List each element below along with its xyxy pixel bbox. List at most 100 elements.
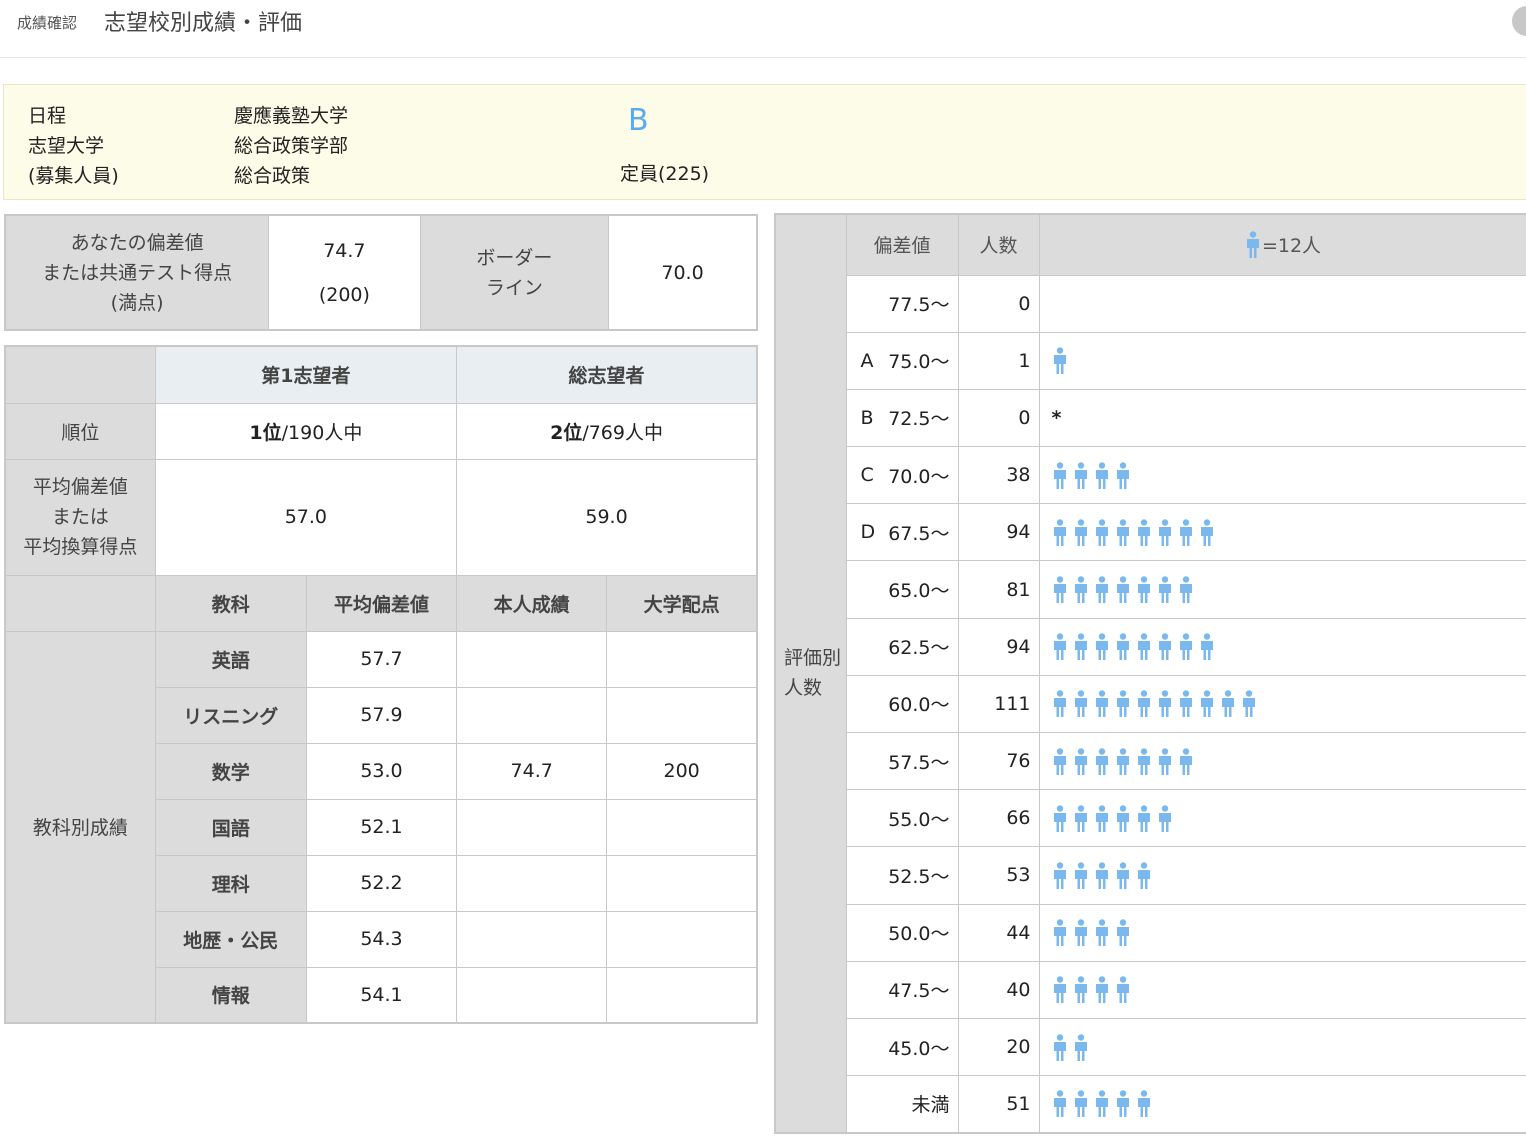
- header-average: 平均偏差値: [305, 574, 458, 632]
- deviation-range: D 67.5〜: [845, 503, 959, 562]
- header-points: 大学配点: [606, 574, 758, 632]
- target-school-info: 日程 志望大学 (募集人員) 慶應義塾大学 総合政策学部 総合政策 B 定員(2…: [3, 84, 1526, 200]
- recruit-label: (募集人員): [28, 165, 119, 187]
- table-row: 77.5〜 0: [775, 274, 1526, 333]
- person-icon: [1053, 461, 1066, 489]
- subject-name: 地歴・公民: [154, 910, 307, 968]
- department-name: 総合政策: [234, 165, 311, 187]
- person-icon: [1116, 690, 1129, 718]
- subject-points: [606, 854, 758, 912]
- corner-cell: [4, 345, 156, 404]
- average-total: 59.0: [456, 458, 758, 576]
- person-icon: [1074, 633, 1087, 661]
- person-icon: [1074, 805, 1087, 832]
- person-icon: [1095, 690, 1108, 718]
- rank-label: 順位: [4, 402, 156, 460]
- table-row: 57.5〜 76: [775, 731, 1526, 791]
- deviation-range: B 72.5〜: [845, 388, 959, 448]
- grade-letter: B: [860, 406, 874, 429]
- range-label: 50.0〜: [888, 923, 950, 946]
- range-label: 47.5〜: [888, 980, 950, 1003]
- table-row: A 75.0〜 1: [775, 331, 1526, 390]
- applicant-count: 1: [957, 331, 1040, 390]
- table-row: D 67.5〜 94: [775, 503, 1526, 562]
- deviation-range: 57.5〜: [845, 731, 959, 791]
- deviation-range: 55.0〜: [845, 789, 959, 848]
- capacity: 定員(225): [620, 163, 710, 185]
- table-row: 未満 51: [775, 1075, 1526, 1134]
- subject-name: 国語: [154, 798, 307, 856]
- col-all-applicants: 総志望者: [456, 345, 758, 404]
- range-label: 70.0〜: [888, 465, 950, 488]
- person-icon: [1095, 519, 1108, 546]
- range-label: 75.0〜: [888, 351, 950, 374]
- subject-my-score: [456, 910, 608, 968]
- breadcrumb[interactable]: 成績確認: [17, 12, 77, 33]
- range-label: 52.5〜: [888, 865, 950, 888]
- range-label: 67.5〜: [888, 522, 950, 545]
- person-bar: [1038, 503, 1526, 562]
- deviation-range: 62.5〜: [845, 617, 959, 676]
- person-icon: [1095, 633, 1108, 661]
- person-icon: [1137, 805, 1150, 832]
- grade-badge: B: [628, 103, 649, 138]
- person-icon: [1200, 633, 1213, 661]
- person-icon: [1158, 519, 1171, 546]
- page-title: 志望校別成績・評価: [104, 11, 303, 36]
- rank-first: 1位/190人中: [154, 402, 458, 460]
- person-bar: [1038, 1075, 1526, 1134]
- subject-my-score: 74.7: [456, 742, 608, 800]
- subject-points: [606, 686, 758, 744]
- deviation-range: 60.0〜: [845, 674, 959, 734]
- person-icon: [1158, 690, 1171, 718]
- person-icon: [1053, 690, 1066, 718]
- person-icon: [1116, 461, 1129, 489]
- person-icon: [1074, 1033, 1087, 1061]
- person-icon: [1074, 862, 1087, 889]
- subject-average: 57.9: [305, 686, 458, 744]
- person-icon: [1053, 633, 1066, 661]
- no-data-mark: *: [1051, 406, 1062, 429]
- person-icon: [1095, 747, 1108, 775]
- top-bar: 成績確認 志望校別成績・評価: [0, 0, 1526, 58]
- table-row: B 72.5〜 0 *: [775, 388, 1526, 448]
- range-label: 65.0〜: [888, 580, 950, 603]
- person-icon: [1074, 919, 1087, 947]
- range-label: 62.5〜: [888, 637, 950, 660]
- deviation-range: A 75.0〜: [845, 331, 959, 390]
- applicant-count: 94: [957, 503, 1040, 562]
- average-label: 平均偏差値 または 平均換算得点: [4, 458, 156, 576]
- range-label: 77.5〜: [888, 294, 950, 317]
- deviation-range: 65.0〜: [845, 560, 959, 619]
- subject-average: 52.1: [305, 798, 458, 856]
- person-icon: [1095, 805, 1108, 832]
- person-icon: [1053, 862, 1066, 889]
- person-icon: [1095, 862, 1108, 889]
- distribution-side-label: 評価別 人数: [774, 213, 847, 1134]
- subject-section-label: 教科別成績: [4, 630, 156, 1024]
- person-bar: [1038, 617, 1526, 676]
- rank-total: 2位/769人中: [456, 402, 758, 460]
- person-icon: [1074, 519, 1087, 546]
- applicant-count: 66: [957, 789, 1040, 848]
- person-icon: [1137, 576, 1150, 604]
- person-bar: [1038, 846, 1526, 905]
- table-row: 45.0〜 20: [775, 1017, 1526, 1077]
- subject-average: 54.1: [305, 966, 458, 1024]
- applicant-count: 111: [957, 674, 1040, 734]
- applicant-count: 20: [957, 1017, 1040, 1077]
- table-row: 52.5〜 53: [775, 846, 1526, 905]
- person-icon: [1074, 747, 1087, 775]
- subject-my-score: [456, 686, 608, 744]
- range-label: 72.5〜: [888, 408, 950, 431]
- person-icon: [1095, 976, 1108, 1004]
- university-name: 慶應義塾大学: [234, 105, 349, 127]
- range-label: 57.5〜: [888, 751, 950, 774]
- help-icon[interactable]: [1512, 6, 1526, 36]
- applicant-count: 38: [957, 446, 1040, 505]
- grade-letter: D: [860, 521, 876, 544]
- applicant-count: 81: [957, 560, 1040, 619]
- person-icon: [1053, 347, 1066, 375]
- header-count: 人数: [957, 213, 1040, 276]
- subject-points: 200: [606, 742, 758, 800]
